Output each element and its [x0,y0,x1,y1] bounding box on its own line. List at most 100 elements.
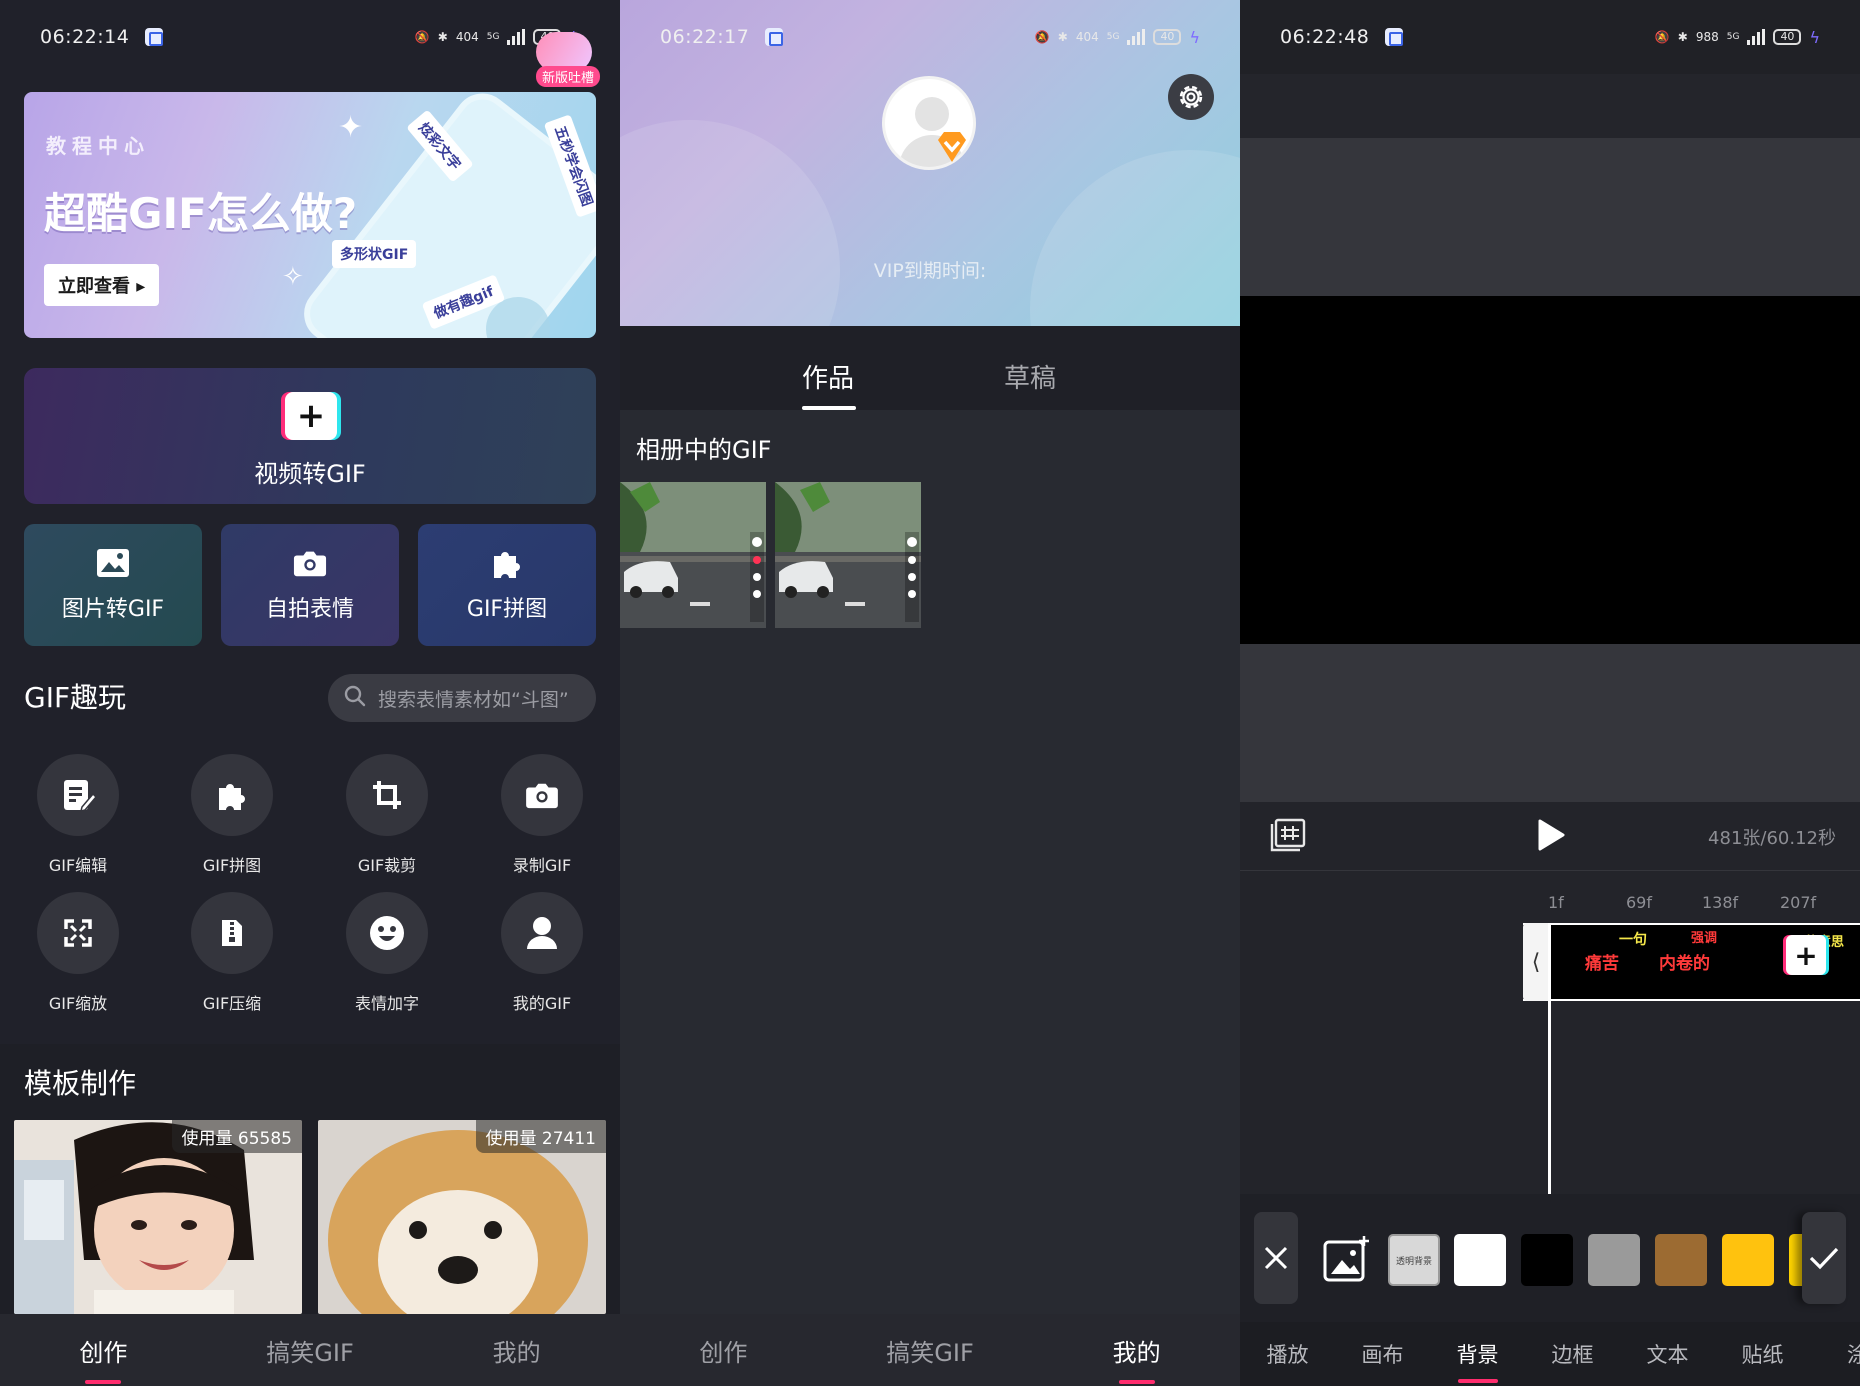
swatch-brown[interactable] [1655,1234,1707,1286]
gear-icon [1179,85,1203,109]
swatch-black[interactable] [1521,1234,1573,1286]
puzzle-icon [191,754,273,836]
header-decoration [620,120,840,326]
playhead[interactable] [1548,923,1551,1195]
timeline-tick: 207f [1780,893,1817,912]
play-button[interactable] [1536,818,1566,856]
tab-draw[interactable]: 涂 [1810,1339,1860,1369]
cancel-button[interactable] [1254,1212,1298,1304]
swatch-yellow[interactable] [1722,1234,1774,1286]
nav-create[interactable]: 创作 [0,1333,207,1384]
mute-icon: 🔕 [1034,30,1050,44]
net-speed: 404 [1075,30,1099,44]
tool-label: 我的GIF [512,994,572,1013]
tool-label: 表情加字 [354,994,419,1013]
add-image-background-button[interactable] [1322,1234,1370,1288]
settings-button[interactable] [1168,74,1214,120]
nav-create[interactable]: 创作 [620,1333,827,1368]
signal-icon [1747,29,1766,45]
search-input[interactable]: 搜索表情素材如“斗图” [328,674,596,722]
bottom-nav: 创作 搞笑GIF 我的 [0,1314,620,1386]
strip-text: 一句 [1619,932,1647,948]
add-frames-button[interactable]: + [1786,935,1826,975]
template-card[interactable]: 使用量 65585 [14,1120,302,1314]
tool-label: 录制GIF [512,856,572,875]
feedback-label: 新版吐槽 [536,66,601,87]
net-type: 5G [1106,32,1120,42]
image-to-gif-tile[interactable]: 图片转GIF [24,524,202,646]
street-scene-thumbnail [775,482,921,628]
puzzle-icon [490,547,524,579]
search-icon [344,685,366,712]
check-icon [1809,1247,1839,1270]
tab-indicator [802,406,856,410]
background-toolbar: 透明背景 [1240,1194,1860,1322]
selfie-emoji-tile[interactable]: 自拍表情 [221,524,399,646]
tab-play[interactable]: 播放 [1240,1339,1335,1369]
tab-border[interactable]: 边框 [1525,1339,1620,1369]
swatch-transparent[interactable]: 透明背景 [1388,1234,1440,1286]
net-type: 5G [486,32,500,42]
nav-mine[interactable]: 我的 [413,1333,620,1368]
tool-label: GIF拼图 [202,856,262,875]
tool-gif-resize[interactable]: GIF缩放 [18,892,138,1014]
frames-grid-icon[interactable] [1270,818,1306,856]
tool-gif-edit[interactable]: GIF编辑 [18,754,138,876]
tab-sticker[interactable]: 贴纸 [1715,1339,1810,1369]
tool-emoji-text[interactable]: 表情加字 [327,892,447,1014]
template-section-title: 模板制作 [24,1067,137,1100]
gif-fun-title: GIF趣玩 [24,681,127,714]
street-scene-thumbnail [620,482,766,628]
resize-icon [37,892,119,974]
nav-funny-gif[interactable]: 搞笑GIF [207,1333,414,1368]
tab-works[interactable]: 作品 [802,358,854,395]
status-time: 06:22:48 [1280,26,1370,48]
search-placeholder: 搜索表情素材如“斗图” [378,688,569,711]
template-card[interactable]: 使用量 27411 [318,1120,606,1314]
notification-app-icon [145,28,164,46]
tool-gif-crop[interactable]: GIF裁剪 [327,754,447,876]
sparkle-icon: ✧ [282,262,304,292]
camera-icon [501,754,583,836]
tool-label: GIF编辑 [48,856,108,875]
video-to-gif-card[interactable]: + 视频转GIF [24,368,596,504]
tool-gif-compress[interactable]: GIF压缩 [172,892,292,1014]
create-screen: 06:22:14 🔕 ✱ 404 5G 40 ϟ ✦ ✧ 教程中心 超酷GIF怎… [0,0,620,1386]
gif-preview-canvas[interactable] [1240,296,1860,644]
nav-funny-gif[interactable]: 搞笑GIF [827,1333,1034,1368]
battery-icon: 40 [1153,29,1182,45]
strip-left-handle[interactable]: ⟨ [1523,923,1549,1001]
swatch-gray[interactable] [1588,1234,1640,1286]
bluetooth-icon: ✱ [437,30,448,44]
net-speed: 404 [455,30,479,44]
template-usage: 使用量 65585 [171,1120,302,1153]
confirm-button[interactable] [1802,1212,1846,1304]
gif-thumbnail[interactable] [775,482,921,628]
charging-icon: ϟ [1189,27,1200,47]
tile-label: GIF拼图 [466,597,548,622]
gif-thumbnail[interactable] [620,482,766,628]
add-icon: + [285,392,337,440]
nav-mine[interactable]: 我的 [1033,1333,1240,1384]
banner-subtitle: 教程中心 [46,134,150,158]
tab-text[interactable]: 文本 [1620,1339,1715,1369]
tool-label: GIF压缩 [202,994,262,1013]
tab-background[interactable]: 背景 [1430,1339,1525,1383]
playback-controls: 481张/60.12秒 [1240,802,1860,870]
status-time: 06:22:14 [40,26,130,48]
profile-tabs: 作品 草稿 [620,326,1240,410]
banner-cta-button[interactable]: 立即查看 ▸ [44,264,160,306]
tab-canvas[interactable]: 画布 [1335,1339,1430,1369]
net-type: 5G [1726,32,1740,42]
editor-tabs: 播放 画布 背景 边框 文本 贴纸 涂 [1240,1322,1860,1386]
tab-drafts[interactable]: 草稿 [1004,358,1056,395]
camera-icon [293,547,327,579]
tool-record-gif[interactable]: 录制GIF [482,754,602,876]
feedback-button[interactable]: 新版吐槽 [512,24,601,88]
tool-gif-collage[interactable]: GIF拼图 [172,754,292,876]
tool-my-gif[interactable]: 我的GIF [482,892,602,1014]
gif-collage-tile[interactable]: GIF拼图 [418,524,596,646]
tutorial-banner[interactable]: ✦ ✧ 教程中心 超酷GIF怎么做? 立即查看 ▸ 炫彩文字 五秒学会闪图 多形… [24,92,596,338]
tool-label: GIF缩放 [48,994,108,1013]
swatch-white[interactable] [1454,1234,1506,1286]
